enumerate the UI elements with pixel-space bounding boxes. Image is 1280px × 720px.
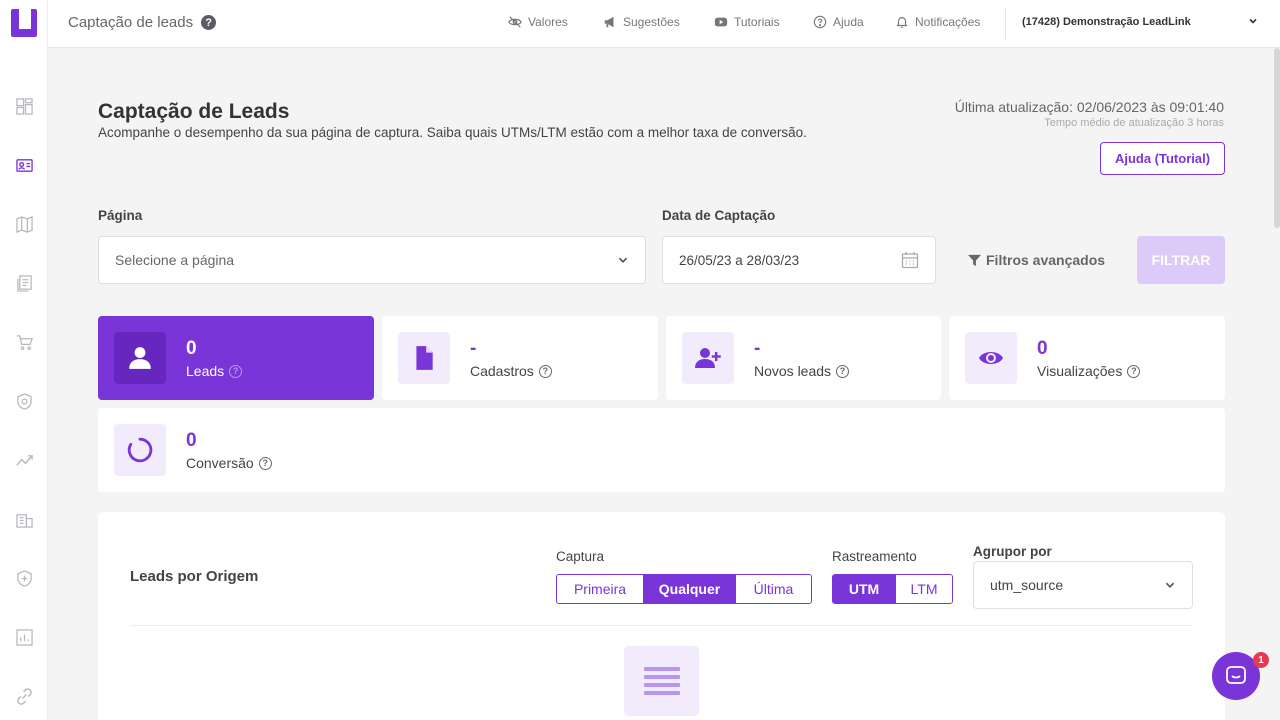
nav-sugestoes[interactable]: Sugestões [603,15,680,29]
shield-icon[interactable] [14,391,34,411]
stat-label: Conversão? [186,455,272,471]
page-select[interactable]: Selecione a página [98,236,646,284]
advanced-filters-button[interactable]: Filtros avançados [968,252,1105,268]
filter-icon [968,254,981,266]
circle-notch-icon [114,424,166,476]
group-by-value: utm_source [990,577,1064,593]
chevron-down-icon[interactable] [1248,16,1258,26]
trend-icon[interactable] [14,450,34,470]
group-by-label: Agrupor por [973,544,1052,559]
question-icon[interactable]: ? [229,364,243,378]
chart-icon[interactable] [14,627,34,647]
user-plus-icon [682,332,734,384]
capture-label: Captura [556,549,605,564]
eye-off-icon [508,16,522,28]
sidebar [0,0,48,720]
nav-valores[interactable]: Valores [508,15,568,29]
map-icon[interactable] [14,214,34,234]
nav-tutoriais[interactable]: Tutoriais [714,15,780,29]
chevron-down-icon [618,257,628,263]
scrollbar[interactable] [1274,48,1280,228]
stat-value: 0 [186,338,197,359]
shield-plus-icon[interactable] [14,568,34,588]
pages-icon[interactable] [14,273,34,293]
page-select-placeholder: Selecione a página [115,252,235,268]
account-selector[interactable]: (17428) Demonstração LeadLink [1022,16,1191,28]
tracking-option-utm[interactable]: UTM [833,575,896,603]
stat-card-novos-leads[interactable]: - Novos leads? [666,316,941,400]
date-filter-label: Data de Captação [662,208,776,223]
nav-notificacoes[interactable]: Notificações [895,15,980,29]
top-bar: Captação de leads ? Valores Sugestões Tu… [48,0,1280,48]
capture-option-ultima[interactable]: Última [736,575,811,603]
filter-button[interactable]: FILTRAR [1137,236,1225,284]
topbar-divider [1005,8,1006,40]
bell-icon [896,17,908,28]
average-update-time: Tempo médio de atualização 3 horas [1044,117,1224,129]
chat-notification-badge: 1 [1253,652,1269,668]
user-icon [114,332,166,384]
tracking-label: Rastreamento [832,549,917,564]
dashboard-icon[interactable] [14,96,34,116]
leadlink-logo-icon[interactable] [11,9,37,37]
chevron-down-icon [1165,582,1175,588]
question-icon[interactable]: ? [836,364,850,378]
stat-value: 0 [1037,338,1048,359]
tracking-option-ltm[interactable]: LTM [896,575,952,603]
date-range-value: 26/05/23 a 28/03/23 [679,252,800,268]
stat-label: Visualizações? [1037,363,1141,379]
stat-value: - [754,338,761,359]
last-update: Última atualização: 02/06/2023 às 09:01:… [954,99,1224,115]
document-icon [398,332,450,384]
stat-label: Novos leads? [754,363,850,379]
stat-label: Leads? [186,363,243,379]
stat-label: Cadastros? [470,363,552,379]
topbar-title: Captação de leads ? [68,14,217,31]
tracking-segmented-control: UTM LTM [832,574,953,604]
link-icon[interactable] [14,686,34,706]
stat-value: - [470,338,477,359]
youtube-icon [714,17,728,27]
question-icon[interactable]: ? [538,364,552,378]
help-icon[interactable]: ? [201,15,217,30]
question-icon[interactable]: ? [1127,364,1141,378]
group-by-select[interactable]: utm_source [973,561,1193,609]
cart-icon[interactable] [14,332,34,352]
stat-card-cadastros[interactable]: - Cadastros? [382,316,658,400]
question-icon[interactable]: ? [258,456,272,470]
help-circle-icon [813,15,827,29]
panel-title: Leads por Origem [130,568,259,585]
help-tutorial-button[interactable]: Ajuda (Tutorial) [1100,142,1225,175]
nav-ajuda[interactable]: Ajuda [813,15,864,29]
calendar-icon [901,252,919,269]
leads-by-origin-panel: Leads por Origem Captura Primeira Qualqu… [98,512,1225,720]
list-icon [624,646,699,716]
capture-option-primeira[interactable]: Primeira [557,575,644,603]
chat-icon [1226,666,1246,684]
capture-option-qualquer[interactable]: Qualquer [644,575,736,603]
lead-card-icon[interactable] [14,155,34,175]
eye-icon [965,332,1017,384]
panel-divider [130,625,1193,626]
page-title: Captação de Leads [98,100,290,123]
stat-card-visualizacoes[interactable]: 0 Visualizações? [949,316,1225,400]
capture-segmented-control: Primeira Qualquer Última [556,574,812,604]
stat-card-conversao[interactable]: 0 Conversão? [98,408,1225,492]
stat-value: 0 [186,430,197,451]
megaphone-icon [604,16,614,28]
stat-card-leads[interactable]: 0 Leads? [98,316,374,400]
date-range-input[interactable]: 26/05/23 a 28/03/23 [662,236,936,284]
building-icon[interactable] [14,509,34,529]
page-filter-label: Página [98,208,143,223]
page-subtitle: Acompanhe o desempenho da sua página de … [98,125,807,140]
